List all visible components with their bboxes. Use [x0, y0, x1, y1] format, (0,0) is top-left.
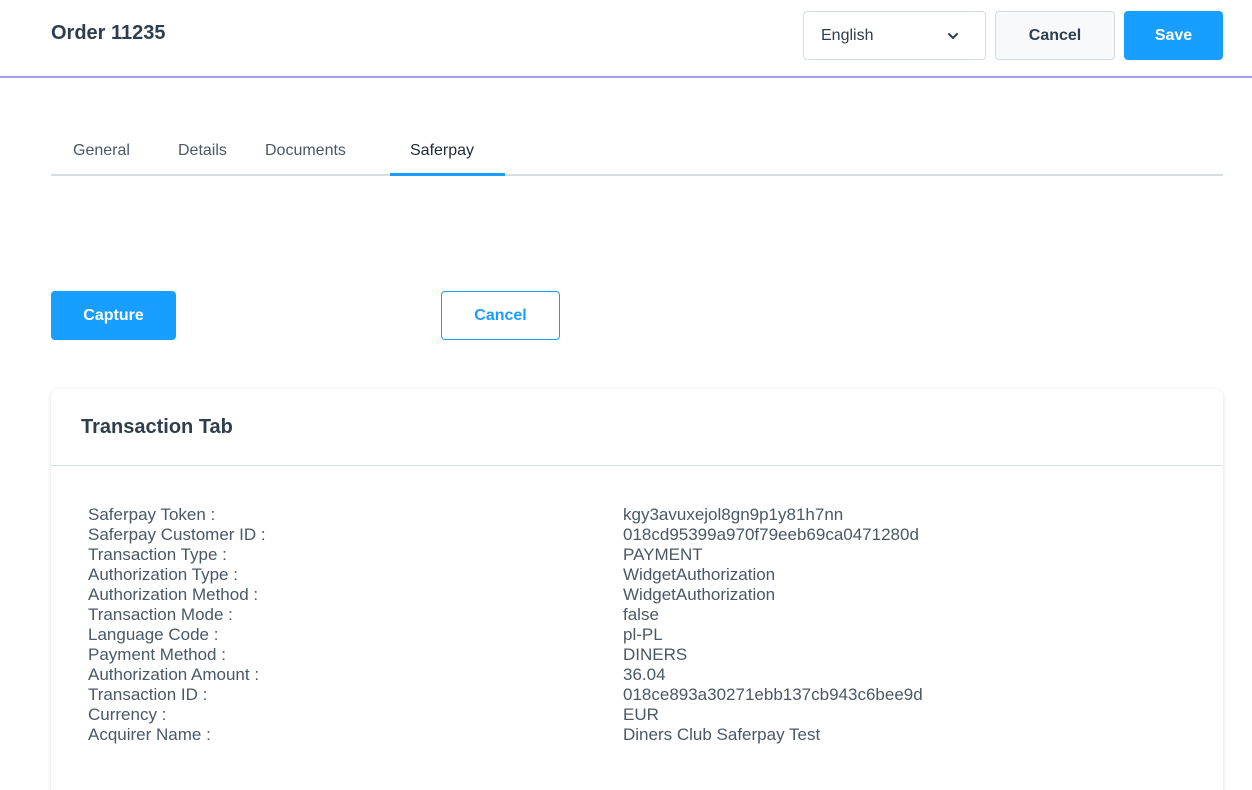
detail-row: Acquirer Name : Diners Club Saferpay Test: [88, 725, 1188, 745]
top-bar: Order 11235 English Cancel Save: [0, 0, 1252, 78]
detail-row: Payment Method : DINERS: [88, 645, 1188, 665]
tab-bar: General Details Documents Saferpay: [51, 128, 1223, 176]
detail-label: Currency :: [88, 705, 167, 724]
header-cancel-button[interactable]: Cancel: [995, 11, 1115, 60]
language-select[interactable]: English: [803, 11, 986, 60]
detail-row: Authorization Type : WidgetAuthorization: [88, 565, 1188, 585]
detail-row: Transaction Mode : false: [88, 605, 1188, 625]
detail-label: Authorization Method :: [88, 585, 259, 604]
tab-saferpay[interactable]: Saferpay: [410, 142, 474, 160]
detail-label: Authorization Amount :: [88, 665, 260, 684]
detail-label: Acquirer Name :: [88, 725, 211, 744]
language-select-value: English: [821, 26, 874, 44]
detail-label: Transaction Type :: [88, 545, 227, 564]
detail-label: Language Code :: [88, 625, 219, 644]
detail-row: Saferpay Customer ID : 018cd95399a970f79e…: [88, 525, 1188, 545]
detail-value: Diners Club Saferpay Test: [623, 725, 821, 744]
detail-row: Transaction ID : 018ce893a30271ebb137cb94…: [88, 685, 1188, 705]
detail-label: Saferpay Customer ID :: [88, 525, 266, 544]
cancel-transaction-button[interactable]: Cancel: [441, 291, 560, 340]
detail-row: Currency : EUR: [88, 705, 1188, 725]
detail-label: Transaction Mode :: [88, 605, 233, 624]
tab-general[interactable]: General: [73, 142, 130, 160]
capture-button[interactable]: Capture: [51, 291, 176, 340]
detail-value: 36.04: [623, 665, 666, 684]
tab-details[interactable]: Details: [178, 142, 227, 160]
detail-label: Payment Method :: [88, 645, 226, 664]
detail-value: DINERS: [623, 645, 688, 664]
detail-row: Authorization Method : WidgetAuthorizatio…: [88, 585, 1188, 605]
detail-label: Saferpay Token :: [88, 505, 216, 524]
detail-value: 018cd95399a970f79eeb69ca0471280d: [623, 525, 919, 544]
tab-documents[interactable]: Documents: [265, 142, 346, 160]
detail-value: PAYMENT: [623, 545, 703, 564]
active-tab-indicator: [390, 173, 505, 176]
page-title: Order 11235: [51, 22, 166, 44]
card-header: Transaction Tab: [51, 389, 1223, 466]
detail-row: Authorization Amount : 36.04: [88, 665, 1188, 685]
card-title: Transaction Tab: [81, 415, 233, 438]
detail-value: EUR: [623, 705, 659, 724]
chevron-down-icon: [948, 33, 958, 39]
header-save-button[interactable]: Save: [1124, 11, 1223, 60]
transaction-card: Transaction Tab Saferpay Token : kgy3avux…: [51, 389, 1223, 790]
detail-value: false: [623, 605, 659, 624]
detail-label: Transaction ID :: [88, 685, 208, 704]
detail-value: pl-PL: [623, 625, 663, 644]
detail-value: WidgetAuthorization: [623, 565, 776, 584]
detail-row: Language Code : pl-PL: [88, 625, 1188, 645]
detail-value: kgy3avuxejol8gn9p1y81h7nn: [623, 505, 844, 524]
detail-row: Saferpay Token : kgy3avuxejol8gn9p1y81h7n…: [88, 505, 1188, 525]
detail-value: 018ce893a30271ebb137cb943c6bee9d: [623, 685, 923, 704]
detail-label: Authorization Type :: [88, 565, 238, 584]
transaction-details-list: Saferpay Token : kgy3avuxejol8gn9p1y81h7n…: [88, 505, 1188, 745]
detail-value: WidgetAuthorization: [623, 585, 776, 604]
detail-row: Transaction Type : PAYMENT: [88, 545, 1188, 565]
